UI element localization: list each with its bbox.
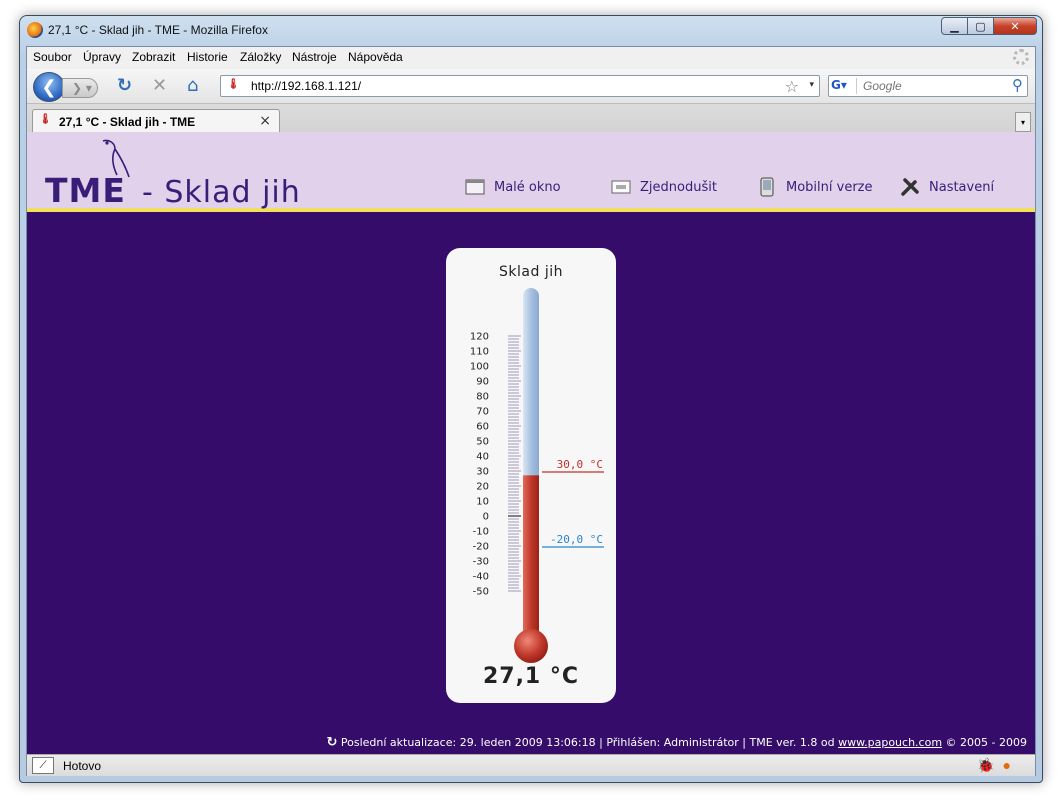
tab-active[interactable]: 🌡 27,1 °C - Sklad jih - TME × — [32, 109, 280, 133]
version-text: TME ver. 1.8 od — [749, 736, 835, 749]
settings-icon — [900, 178, 920, 196]
url-dropdown-icon[interactable]: ▾ — [809, 80, 814, 90]
high-limit-marker: 30,0 °C — [542, 458, 604, 473]
scale-label: 30 — [476, 467, 489, 478]
url-text: http://192.168.1.121/ — [251, 79, 362, 93]
menu-historie[interactable]: Historie — [187, 50, 228, 64]
scale-label: 90 — [476, 377, 489, 388]
minimize-button[interactable]: ▁ — [941, 17, 968, 35]
back-button[interactable]: ❮ — [33, 72, 65, 102]
thermometer-gauge: 1201101009080706050403020100-10-20-30-40… — [470, 288, 604, 663]
scale-label: -10 — [473, 527, 489, 538]
menu-soubor[interactable]: Soubor — [33, 50, 72, 64]
tab-close-icon[interactable]: × — [259, 113, 271, 129]
scale-label: -50 — [473, 587, 489, 598]
maximize-button[interactable]: ▢ — [967, 17, 994, 35]
temperature-value: 27,1 °C — [482, 664, 580, 689]
high-limit-label: 30,0 °C — [557, 458, 603, 471]
scale-label: 110 — [470, 347, 489, 358]
thermometer-mercury — [523, 475, 539, 648]
page-header: TME - Sklad jih Malé okno Zjednodušit Mo… — [27, 132, 1035, 212]
forward-button[interactable]: ❯ ▾ — [62, 78, 98, 98]
low-limit-label: -20,0 °C — [550, 533, 603, 546]
window-controls: ▁ ▢ ✕ — [941, 17, 1037, 35]
search-input[interactable] — [863, 79, 1003, 93]
menu-zobrazit[interactable]: Zobrazit — [132, 50, 175, 64]
title-bar[interactable]: 27,1 °C - Sklad jih - TME - Mozilla Fire… — [20, 16, 1042, 46]
page-title: - Sklad jih — [142, 175, 301, 210]
browser-client: Soubor Úpravy Zobrazit Historie Záložky … — [26, 46, 1036, 776]
menu-upravy[interactable]: Úpravy — [83, 50, 121, 64]
addon-bug-icon[interactable]: 🐞 — [977, 757, 994, 774]
scale-label: 0 — [483, 512, 489, 523]
simplify-label: Zjednodušit — [640, 179, 717, 195]
menu-bar: Soubor Úpravy Zobrazit Historie Záložky … — [27, 47, 1035, 69]
menu-nastroje[interactable]: Nástroje — [292, 50, 337, 64]
scale-label: 100 — [470, 362, 489, 373]
papouch-link[interactable]: www.papouch.com — [838, 736, 942, 749]
search-engine-icon[interactable]: G▾ — [831, 78, 857, 94]
status-bar: ⟋ Hotovo 🐞 ● — [27, 754, 1035, 776]
thermometer-scale: 1201101009080706050403020100-10-20-30-40… — [470, 332, 521, 598]
search-icon[interactable]: ⚲ — [1012, 76, 1023, 94]
scale-label: 50 — [476, 437, 489, 448]
throbber-icon — [1013, 49, 1029, 65]
low-limit-marker: -20,0 °C — [542, 533, 604, 548]
mobile-version-label: Mobilní verze — [786, 179, 873, 195]
page-content: TME - Sklad jih Malé okno Zjednodušit Mo… — [27, 132, 1035, 754]
mobile-icon — [757, 177, 777, 197]
status-addons: 🐞 ● — [977, 757, 1011, 774]
scale-label: 80 — [476, 392, 489, 403]
tab-label: 27,1 °C - Sklad jih - TME — [59, 115, 196, 129]
status-text: Hotovo — [63, 759, 102, 773]
settings-label: Nastavení — [929, 179, 995, 195]
close-button[interactable]: ✕ — [993, 17, 1037, 35]
settings-link[interactable]: Nastavení — [900, 178, 994, 196]
stop-icon[interactable]: ✕ — [152, 77, 167, 95]
window-title: 27,1 °C - Sklad jih - TME - Mozilla Fire… — [48, 23, 268, 37]
scale-label: 40 — [476, 452, 489, 463]
tab-favicon-icon: 🌡 — [39, 114, 52, 125]
thermometer-bulb — [514, 629, 548, 663]
addon-firefox-icon[interactable]: ● — [1003, 757, 1011, 774]
menu-napoveda[interactable]: Nápověda — [348, 50, 403, 64]
logo[interactable]: TME — [45, 171, 126, 210]
url-bar[interactable]: 🌡 http://192.168.1.121/ ☆ ▾ — [220, 75, 820, 97]
last-update-text: Poslední aktualizace: 29. leden 2009 13:… — [340, 736, 596, 749]
mobile-version-link[interactable]: Mobilní verze — [757, 177, 873, 197]
copyright-text: © 2005 - 2009 — [945, 736, 1027, 749]
tab-list-button[interactable]: ▾ — [1015, 112, 1031, 132]
simplify-link[interactable]: Zjednodušit — [611, 178, 717, 196]
firefox-icon — [27, 22, 43, 38]
scale-label: 60 — [476, 422, 489, 433]
scale-label: 20 — [476, 482, 489, 493]
navigation-toolbar: ❮ ❯ ▾ ↻ ✕ ⌂ 🌡 http://192.168.1.121/ ☆ ▾ … — [27, 69, 1035, 103]
thermometer-card: Sklad jih 120 110 100 90 80 70 60 50 40 30 20 1 — [446, 248, 616, 703]
reload-icon[interactable]: ↻ — [117, 77, 132, 95]
status-page-icon[interactable]: ⟋ — [32, 757, 54, 774]
scale-label: -20 — [473, 542, 489, 553]
logged-in-text: Přihlášen: Administrátor — [606, 736, 739, 749]
small-window-icon — [465, 178, 485, 196]
small-window-label: Malé okno — [494, 179, 561, 195]
scale-label: 10 — [476, 497, 489, 508]
bookmark-star-icon[interactable]: ☆ — [785, 77, 799, 96]
scale-label: 120 — [470, 332, 489, 343]
scale-label: 70 — [476, 407, 489, 418]
refresh-icon[interactable]: ↻ — [326, 735, 337, 750]
simplify-icon — [611, 178, 631, 196]
menu-zalozky[interactable]: Záložky — [240, 50, 281, 64]
scale-label: -40 — [473, 572, 489, 583]
page-footer: ↻ Poslední aktualizace: 29. leden 2009 1… — [326, 735, 1027, 750]
browser-window: 27,1 °C - Sklad jih - TME - Mozilla Fire… — [19, 15, 1043, 783]
search-bar: G▾ ⚲ — [828, 75, 1028, 97]
home-icon[interactable]: ⌂ — [187, 77, 198, 95]
site-favicon-icon: 🌡 — [227, 79, 240, 90]
small-window-link[interactable]: Malé okno — [465, 178, 561, 196]
scale-label: -30 — [473, 557, 489, 568]
